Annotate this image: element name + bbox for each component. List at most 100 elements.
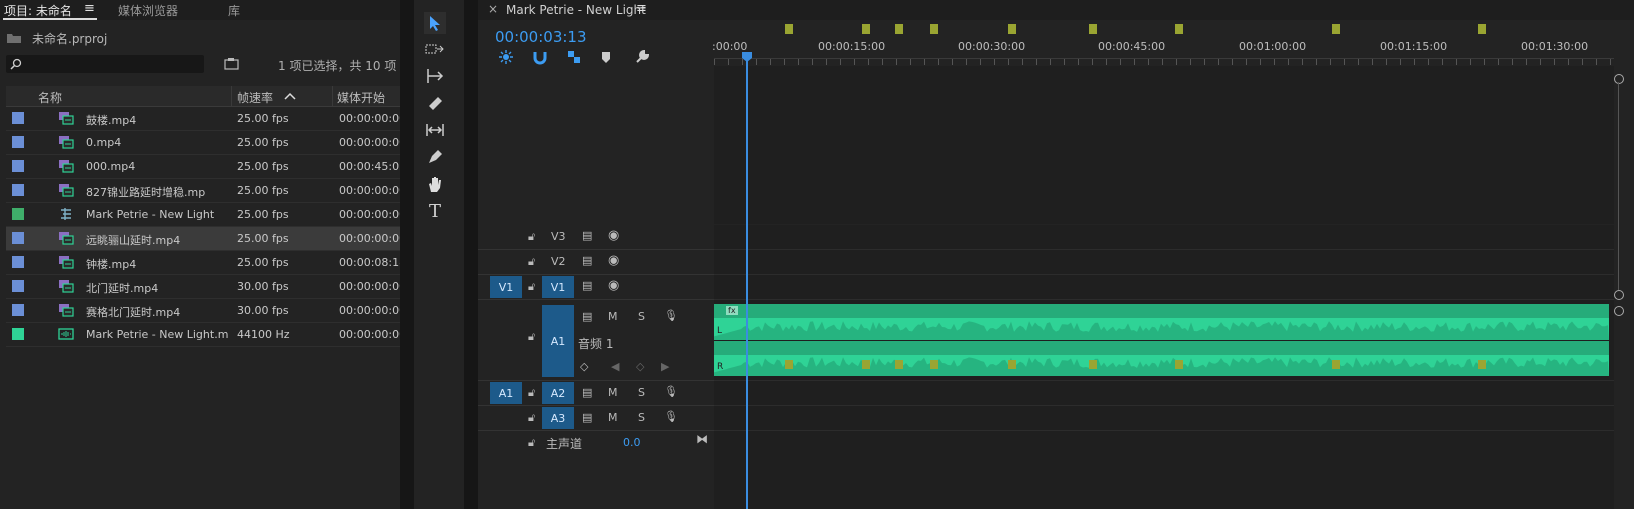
label-color-swatch[interactable] xyxy=(12,304,24,316)
add-marker-icon[interactable] xyxy=(600,50,612,64)
lock-icon[interactable]: 🔓︎ xyxy=(528,280,535,294)
track-lane-a3[interactable] xyxy=(714,406,1614,431)
clip-marker[interactable] xyxy=(1332,360,1340,369)
keyframe-icon[interactable]: ◇ xyxy=(580,360,588,373)
label-color-swatch[interactable] xyxy=(12,328,24,340)
sequence-marker[interactable] xyxy=(1008,24,1016,34)
column-divider[interactable] xyxy=(231,86,232,106)
search-input[interactable] xyxy=(6,55,204,73)
sequence-menu-icon[interactable]: ≡ xyxy=(636,1,647,16)
track-target-a2[interactable]: A2 xyxy=(542,382,574,404)
solo-button[interactable]: S xyxy=(638,386,645,399)
label-color-swatch[interactable] xyxy=(12,208,24,220)
clip-marker[interactable] xyxy=(895,360,903,369)
master-expand-icon[interactable]: ⧓ xyxy=(696,432,708,446)
label-color-swatch[interactable] xyxy=(12,112,24,124)
type-tool-icon[interactable]: T xyxy=(424,200,446,222)
clip-marker[interactable] xyxy=(1008,360,1016,369)
tab-libraries[interactable]: 库 xyxy=(228,2,240,19)
clip-marker[interactable] xyxy=(930,360,938,369)
label-color-swatch[interactable] xyxy=(12,136,24,148)
prev-keyframe-icon[interactable]: ◀ xyxy=(611,360,619,373)
label-color-swatch[interactable] xyxy=(12,160,24,172)
vertical-scrollbar[interactable] xyxy=(1618,82,1619,290)
sync-lock-icon[interactable]: ▤ xyxy=(582,411,592,424)
track-lane-a2[interactable] xyxy=(714,381,1614,406)
source-patch-a1[interactable]: A1 xyxy=(490,382,522,404)
voiceover-mic-icon[interactable]: 🎙︎ xyxy=(664,309,678,322)
label-color-swatch[interactable] xyxy=(12,256,24,268)
sync-lock-icon[interactable]: ▤ xyxy=(582,310,592,323)
track-select-forward-icon[interactable] xyxy=(424,38,446,60)
sequence-marker[interactable] xyxy=(930,24,938,34)
zoom-handle-audio[interactable] xyxy=(1614,306,1624,316)
table-row[interactable]: 北门延时.mp4 30.00 fps 00:00:00:00 xyxy=(6,275,406,299)
solo-button[interactable]: S xyxy=(638,411,645,424)
clip-marker[interactable] xyxy=(785,360,793,369)
track-target-a3[interactable]: A3 xyxy=(542,407,574,429)
column-divider[interactable] xyxy=(332,86,333,106)
playhead-line[interactable] xyxy=(746,60,748,509)
eye-icon[interactable]: ◉ xyxy=(608,253,619,268)
column-header-fps[interactable]: 帧速率 xyxy=(237,89,273,106)
snap-icon[interactable] xyxy=(532,49,548,65)
track-lane-v1[interactable] xyxy=(714,275,1614,300)
sequence-tab-title[interactable]: Mark Petrie - New Light xyxy=(506,3,646,17)
column-header-media-start[interactable]: 媒体开始 xyxy=(337,89,385,106)
master-volume-value[interactable]: 0.0 xyxy=(623,436,641,449)
timeline-empty-area[interactable] xyxy=(714,66,1614,224)
panel-divider[interactable] xyxy=(464,0,478,509)
sequence-marker[interactable] xyxy=(1175,24,1183,34)
column-header-name[interactable]: 名称 xyxy=(38,89,62,106)
sync-lock-icon[interactable]: ▤ xyxy=(582,254,592,267)
wrench-settings-icon[interactable] xyxy=(634,49,650,65)
table-row[interactable]: Mark Petrie - New Light.m 44100 Hz 00:00:0… xyxy=(6,323,413,347)
nest-toggle-icon[interactable] xyxy=(498,49,514,65)
source-patch-v1[interactable]: V1 xyxy=(490,276,522,298)
sort-ascending-icon[interactable] xyxy=(284,91,296,101)
table-row[interactable]: 827锦业路延时增稳.mp 25.00 fps 00:00:00:00 xyxy=(6,179,406,203)
lock-icon[interactable]: 🔓︎ xyxy=(528,230,535,244)
voiceover-mic-icon[interactable]: 🎙︎ xyxy=(664,385,678,398)
table-row[interactable]: 0.mp4 25.00 fps 00:00:00:00 xyxy=(6,131,406,155)
sync-lock-icon[interactable]: ▤ xyxy=(582,386,592,399)
track-target-v1[interactable]: V1 xyxy=(542,276,574,298)
table-row[interactable]: Mark Petrie - New Light 25.00 fps 00:00:00… xyxy=(6,203,406,227)
hand-icon[interactable] xyxy=(424,173,446,195)
panel-divider[interactable] xyxy=(400,0,414,509)
table-row[interactable]: 钟楼.mp4 25.00 fps 00:00:08:18 xyxy=(6,251,406,275)
tab-media-browser[interactable]: 媒体浏览器 xyxy=(118,2,178,19)
pen-icon[interactable] xyxy=(424,146,446,168)
label-color-swatch[interactable] xyxy=(12,280,24,292)
clip-marker[interactable] xyxy=(1175,360,1183,369)
lock-icon[interactable]: 🔓︎ xyxy=(528,436,535,450)
lock-icon[interactable]: 🔓︎ xyxy=(528,330,535,344)
lock-icon[interactable]: 🔓︎ xyxy=(528,386,535,400)
sequence-marker[interactable] xyxy=(1332,24,1340,34)
playhead-timecode[interactable]: 00:00:03:13 xyxy=(495,28,587,46)
razor-icon[interactable] xyxy=(424,92,446,114)
track-label-v3[interactable]: V3 xyxy=(551,230,566,243)
close-sequence-button[interactable]: × xyxy=(488,2,498,16)
zoom-handle-top[interactable] xyxy=(1614,74,1624,84)
track-label-v2[interactable]: V2 xyxy=(551,255,566,268)
sync-lock-icon[interactable]: ▤ xyxy=(582,279,592,292)
mute-button[interactable]: M xyxy=(608,310,618,323)
lock-icon[interactable]: 🔓︎ xyxy=(528,255,535,269)
slip-icon[interactable] xyxy=(424,119,446,141)
tab-project[interactable]: 项目: 未命名 xyxy=(4,2,72,19)
audio-clip[interactable]: fx L R xyxy=(714,304,1609,376)
selection-tool-icon[interactable] xyxy=(424,12,446,34)
sequence-marker[interactable] xyxy=(862,24,870,34)
track-target-a1[interactable]: A1 xyxy=(542,305,574,377)
table-row[interactable]: 000.mp4 25.00 fps 00:00:45:05 xyxy=(6,155,406,179)
sequence-marker[interactable] xyxy=(895,24,903,34)
solo-button[interactable]: S xyxy=(638,310,645,323)
label-color-swatch[interactable] xyxy=(12,184,24,196)
clip-marker[interactable] xyxy=(1089,360,1097,369)
table-row[interactable]: 鼓楼.mp4 25.00 fps 00:00:00:00 xyxy=(6,107,406,131)
eye-icon[interactable]: ◉ xyxy=(608,278,619,293)
panel-menu-icon[interactable]: ≡ xyxy=(84,1,95,16)
clip-marker[interactable] xyxy=(1478,360,1486,369)
mute-button[interactable]: M xyxy=(608,411,618,424)
